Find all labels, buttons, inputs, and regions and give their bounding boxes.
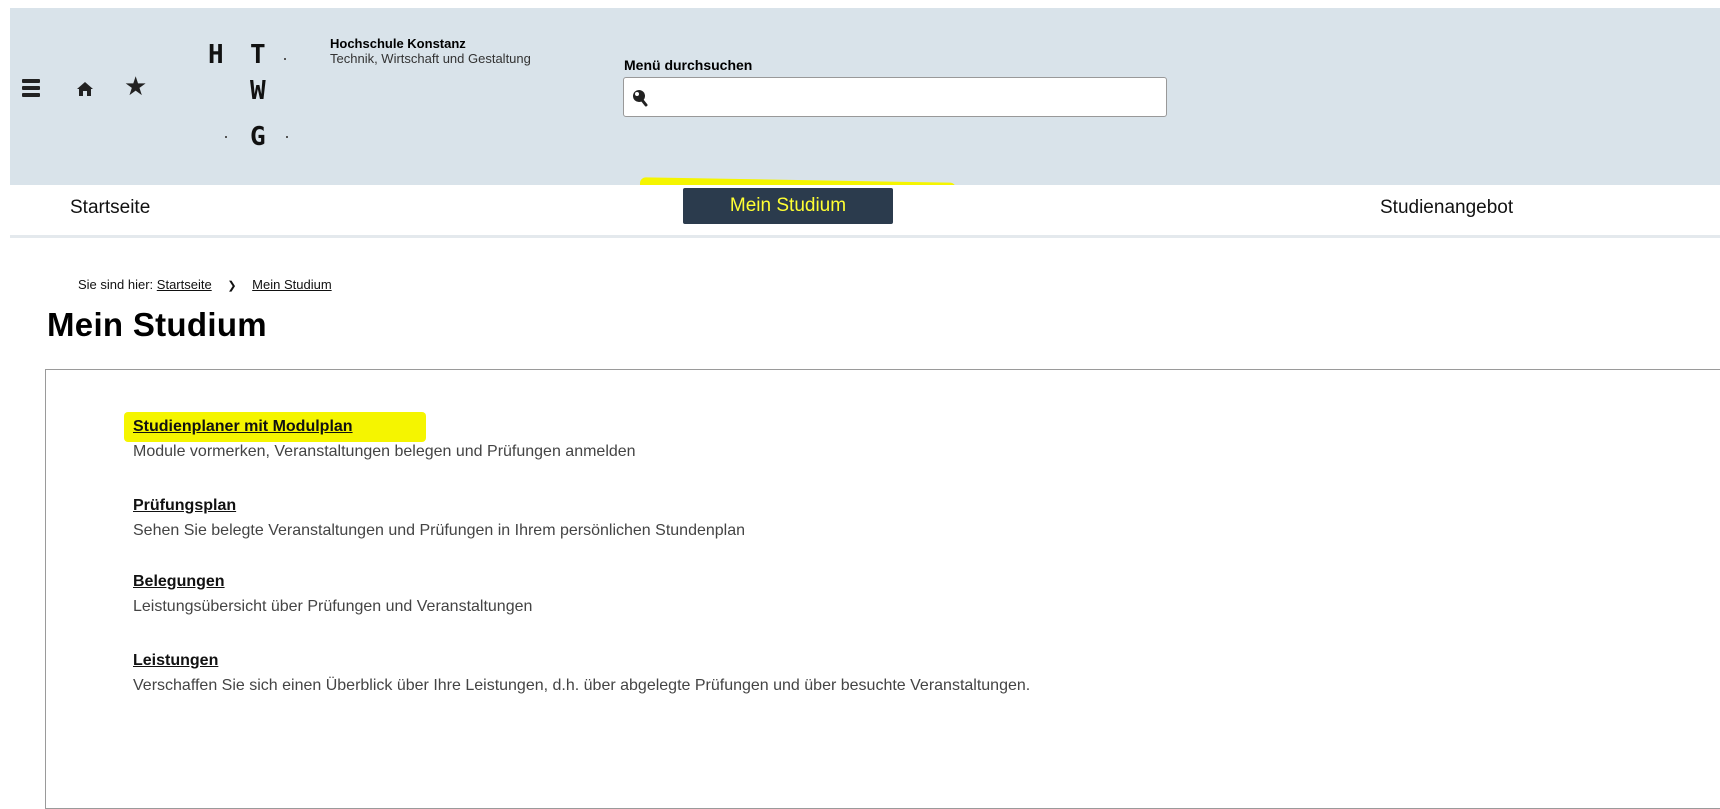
logo-letter-t: T (250, 40, 266, 70)
entry-description: Sehen Sie belegte Veranstaltungen und Pr… (133, 522, 746, 539)
menu-icon[interactable] (22, 79, 40, 99)
logo-letter-g: G (250, 122, 266, 152)
link-belegungen[interactable]: Belegungen (133, 573, 225, 591)
logo-letter-w: W (250, 76, 266, 106)
list-item: Prüfungsplan Sehen Sie belegte Veranstal… (133, 497, 745, 540)
breadcrumb-item-mein-studium[interactable]: Mein Studium (252, 277, 331, 292)
institution-name: Hochschule Konstanz (330, 36, 466, 51)
chevron-right-icon: ❯ (227, 280, 237, 292)
logo-letter-h: H (208, 40, 224, 70)
main-nav: Startseite Mein Studium Studienangebot (10, 185, 1720, 238)
search-input[interactable] (652, 80, 1164, 116)
search-label: Menü durchsuchen (624, 57, 753, 73)
nav-item-startseite[interactable]: Startseite (70, 197, 150, 219)
institution-subtitle: Technik, Wirtschaft und Gestaltung (330, 51, 531, 66)
breadcrumb-item-startseite[interactable]: Startseite (157, 277, 212, 292)
entry-description: Verschaffen Sie sich einen Überblick übe… (133, 677, 1031, 694)
page-title: Mein Studium (47, 306, 267, 343)
logo-dot (225, 136, 227, 138)
breadcrumb: Sie sind hier: Startseite ❯ Mein Studium (78, 277, 332, 292)
list-item: Studienplaner mit Modulplan Module vorme… (133, 418, 636, 461)
search-icon (632, 89, 648, 107)
nav-item-studienangebot[interactable]: Studienangebot (1380, 197, 1513, 219)
logo-dot (284, 58, 286, 60)
nav-item-mein-studium[interactable]: Mein Studium (683, 188, 893, 224)
logo-dot (286, 136, 288, 138)
search-field[interactable] (623, 77, 1167, 117)
logo[interactable]: H T W G (200, 30, 310, 150)
entry-description: Leistungsübersicht über Prüfungen und Ve… (133, 598, 533, 615)
link-studienplaner[interactable]: Studienplaner mit Modulplan (133, 418, 353, 436)
list-item: Belegungen Leistungsübersicht über Prüfu… (133, 573, 532, 616)
home-icon[interactable] (76, 80, 94, 98)
institution-block: Hochschule Konstanz Technik, Wirtschaft … (330, 36, 531, 66)
list-item: Leistungen Verschaffen Sie sich einen Üb… (133, 652, 1030, 695)
star-icon[interactable]: ★ (124, 73, 147, 101)
link-leistungen[interactable]: Leistungen (133, 652, 218, 670)
link-pruefungsplan[interactable]: Prüfungsplan (133, 497, 236, 515)
breadcrumb-prefix: Sie sind hier: (78, 277, 154, 292)
entry-description: Module vormerken, Veranstaltungen belege… (133, 443, 636, 460)
